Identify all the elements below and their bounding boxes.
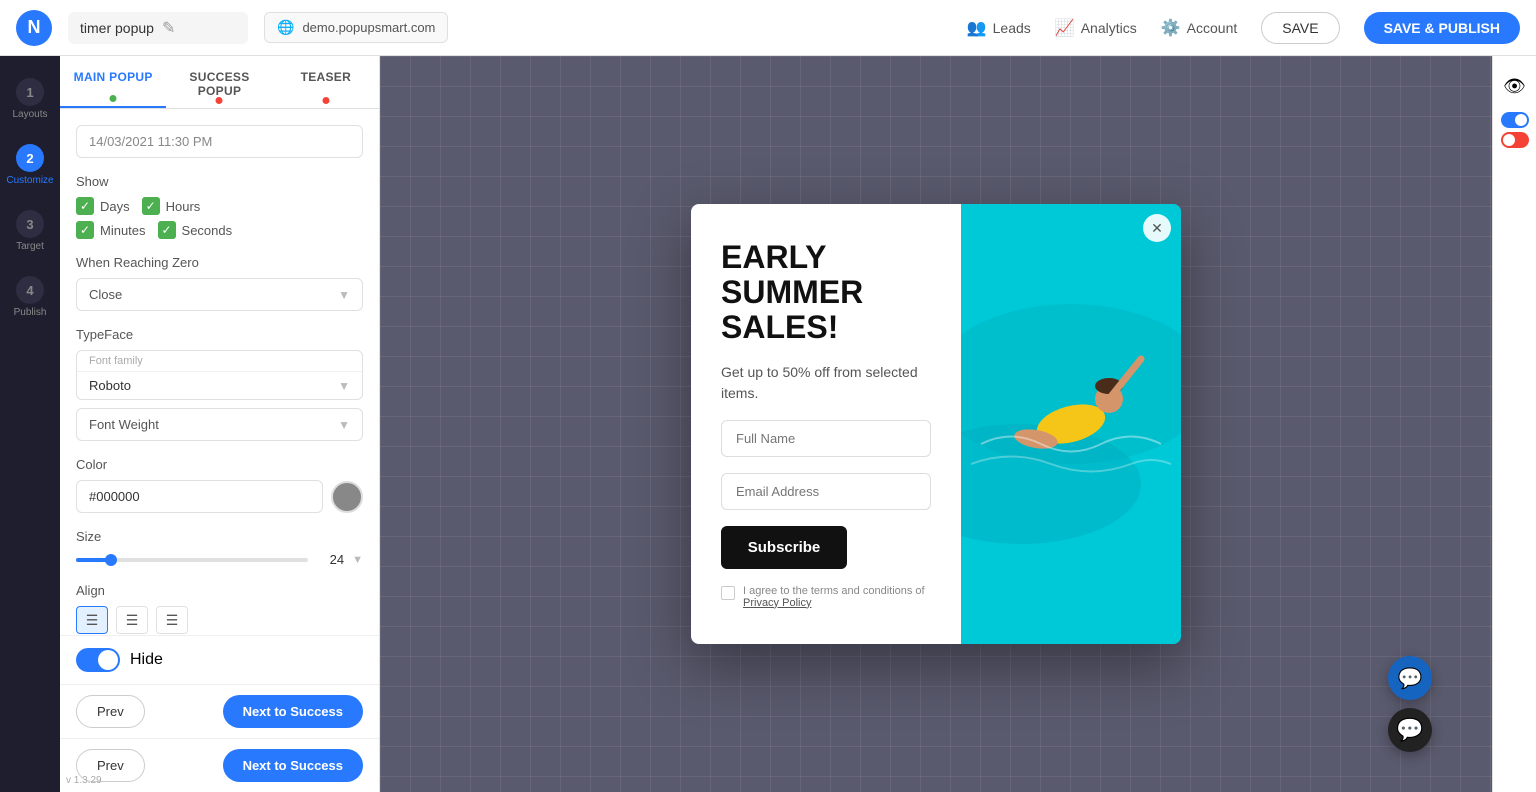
prev-button-1[interactable]: Prev	[76, 695, 145, 728]
chevron-down-icon: ▼	[338, 288, 350, 302]
email-input[interactable]	[721, 473, 931, 510]
step-1-layouts[interactable]: 1 Layouts	[0, 68, 60, 130]
align-section: Align ☰ ☰ ☰	[76, 583, 363, 634]
popup-title: EARLY SUMMER SALES!	[721, 240, 931, 346]
analytics-icon: 📈	[1055, 18, 1075, 38]
chat-icon-1[interactable]: 💬	[1388, 656, 1432, 700]
color-swatch[interactable]	[331, 481, 363, 513]
hours-checkbox[interactable]: ✓ Hours	[142, 197, 201, 215]
popup-left: EARLY SUMMER SALES! Get up to 50% off fr…	[691, 204, 961, 644]
panel-footer-2: Prev Next to Success	[60, 738, 379, 792]
publish-button[interactable]: SAVE & PUBLISH	[1364, 12, 1520, 44]
hide-toggle[interactable]	[76, 648, 120, 672]
show-section: Show ✓ Days ✓ Hours ✓ Minutes	[76, 174, 363, 239]
color-input[interactable]	[76, 480, 323, 513]
chevron-down-icon: ▼	[352, 554, 363, 566]
icon-sidebar: 1 Layouts 2 Customize 3 Target 4 Publish	[0, 56, 60, 792]
toggle-on-indicator[interactable]	[1501, 112, 1529, 128]
tab-main-popup[interactable]: MAIN POPUP	[60, 56, 166, 108]
privacy-policy-link[interactable]: Privacy Policy	[743, 597, 811, 609]
tab-success-popup[interactable]: SUCCESS POPUP	[166, 56, 272, 108]
font-weight-dropdown[interactable]: Font Weight ▼	[76, 408, 363, 441]
font-family-dropdown[interactable]: Roboto ▼	[77, 372, 362, 399]
typeface-section: TypeFace Font family Roboto ▼ Font Weigh…	[76, 327, 363, 441]
panel-footer-1: Prev Next to Success	[60, 684, 379, 738]
main-area: 1 Layouts 2 Customize 3 Target 4 Publish…	[0, 56, 1536, 792]
popup-close-button[interactable]: ✕	[1143, 214, 1171, 242]
privacy-checkbox[interactable]	[721, 586, 735, 600]
nav-actions: 👥 Leads 📈 Analytics ⚙️ Account SAVE SAVE…	[967, 12, 1520, 44]
leads-label: Leads	[993, 20, 1031, 36]
align-center-button[interactable]: ☰	[116, 606, 148, 634]
version-tag: v 1.3.29	[66, 775, 102, 786]
panel-tabs: MAIN POPUP SUCCESS POPUP TEASER	[60, 56, 379, 109]
project-name-text: timer popup	[80, 20, 154, 36]
analytics-label: Analytics	[1081, 20, 1137, 36]
logo: N	[16, 10, 52, 46]
preview-icon[interactable]: 👁	[1497, 68, 1533, 104]
edit-icon[interactable]: ✎	[162, 18, 175, 38]
account-label: Account	[1187, 20, 1238, 36]
next-to-success-button-1[interactable]: Next to Success	[223, 695, 363, 728]
next-to-success-button-2[interactable]: Next to Success	[223, 749, 363, 782]
account-icon: ⚙️	[1161, 18, 1181, 38]
chevron-down-icon: ▼	[338, 418, 350, 432]
step-3-target[interactable]: 3 Target	[0, 200, 60, 262]
align-right-button[interactable]: ☰	[156, 606, 188, 634]
hide-row: Hide	[60, 635, 379, 684]
url-bar: 🌐 demo.popupsmart.com	[264, 12, 448, 43]
topbar: N timer popup ✎ 🌐 demo.popupsmart.com 👥 …	[0, 0, 1536, 56]
account-nav-item[interactable]: ⚙️ Account	[1161, 18, 1238, 38]
popup-image: ✕	[961, 204, 1181, 644]
privacy-text: I agree to the terms and conditions of P…	[743, 585, 931, 609]
subscribe-button[interactable]: Subscribe	[721, 526, 847, 569]
full-name-input[interactable]	[721, 420, 931, 457]
leads-nav-item[interactable]: 👥 Leads	[967, 18, 1031, 38]
size-slider[interactable]	[76, 558, 308, 562]
hide-label: Hide	[130, 651, 163, 669]
size-section: Size 24 ▼	[76, 529, 363, 567]
minutes-checkbox[interactable]: ✓ Minutes	[76, 221, 146, 239]
left-panel: MAIN POPUP SUCCESS POPUP TEASER Show ✓	[60, 56, 380, 792]
project-name-field[interactable]: timer popup ✎	[68, 12, 248, 44]
toggle-off-indicator[interactable]	[1501, 132, 1529, 148]
leads-icon: 👥	[967, 18, 987, 38]
step-2-customize[interactable]: 2 Customize	[0, 134, 60, 196]
popup-preview: EARLY SUMMER SALES! Get up to 50% off fr…	[691, 204, 1181, 644]
when-reaching-zero-dropdown[interactable]: Close ▼	[76, 278, 363, 311]
canvas: EARLY SUMMER SALES! Get up to 50% off fr…	[380, 56, 1492, 792]
align-left-button[interactable]: ☰	[76, 606, 108, 634]
chat-icon-2[interactable]: 💬	[1388, 708, 1432, 752]
globe-icon: 🌐	[277, 19, 294, 36]
when-reaching-zero-section: When Reaching Zero Close ▼	[76, 255, 363, 311]
right-mini-sidebar: 👁	[1492, 56, 1536, 792]
color-section: Color	[76, 457, 363, 513]
days-checkbox[interactable]: ✓ Days	[76, 197, 130, 215]
seconds-checkbox[interactable]: ✓ Seconds	[158, 221, 233, 239]
url-text: demo.popupsmart.com	[302, 20, 435, 35]
datetime-input[interactable]	[76, 125, 363, 158]
popup-subtitle: Get up to 50% off from selected items.	[721, 362, 931, 404]
panel-content: Show ✓ Days ✓ Hours ✓ Minutes	[60, 109, 379, 635]
tab-teaser[interactable]: TEASER	[273, 56, 379, 108]
step-4-publish[interactable]: 4 Publish	[0, 266, 60, 328]
save-button[interactable]: SAVE	[1261, 12, 1339, 44]
analytics-nav-item[interactable]: 📈 Analytics	[1055, 18, 1137, 38]
chevron-down-icon: ▼	[338, 379, 350, 393]
